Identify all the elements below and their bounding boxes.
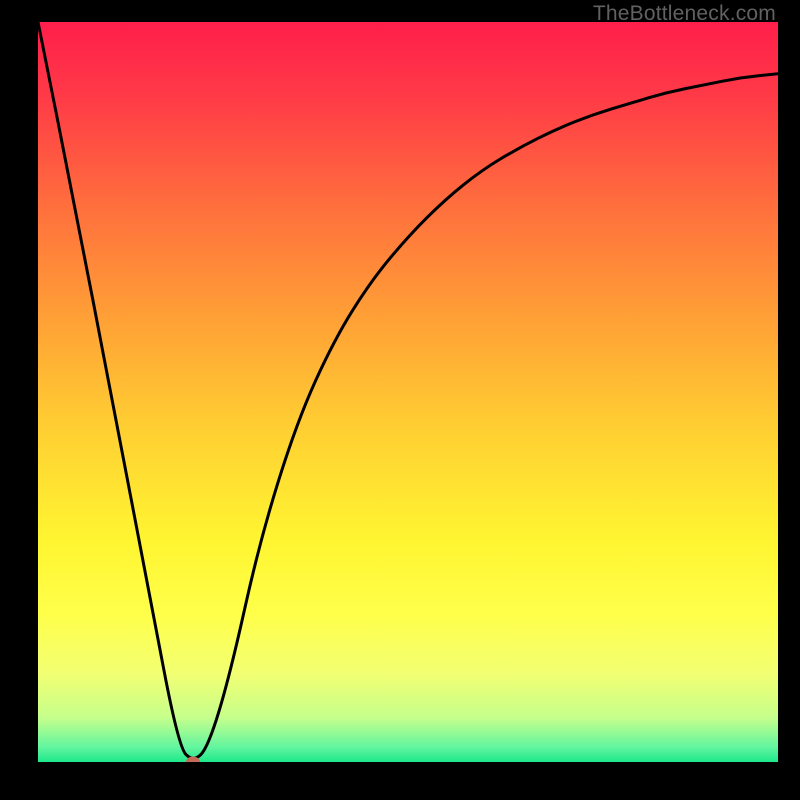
plot-area [38, 22, 778, 762]
chart-frame: TheBottleneck.com [0, 0, 800, 800]
bottleneck-curve [38, 22, 778, 762]
optimal-point-marker [186, 757, 200, 763]
